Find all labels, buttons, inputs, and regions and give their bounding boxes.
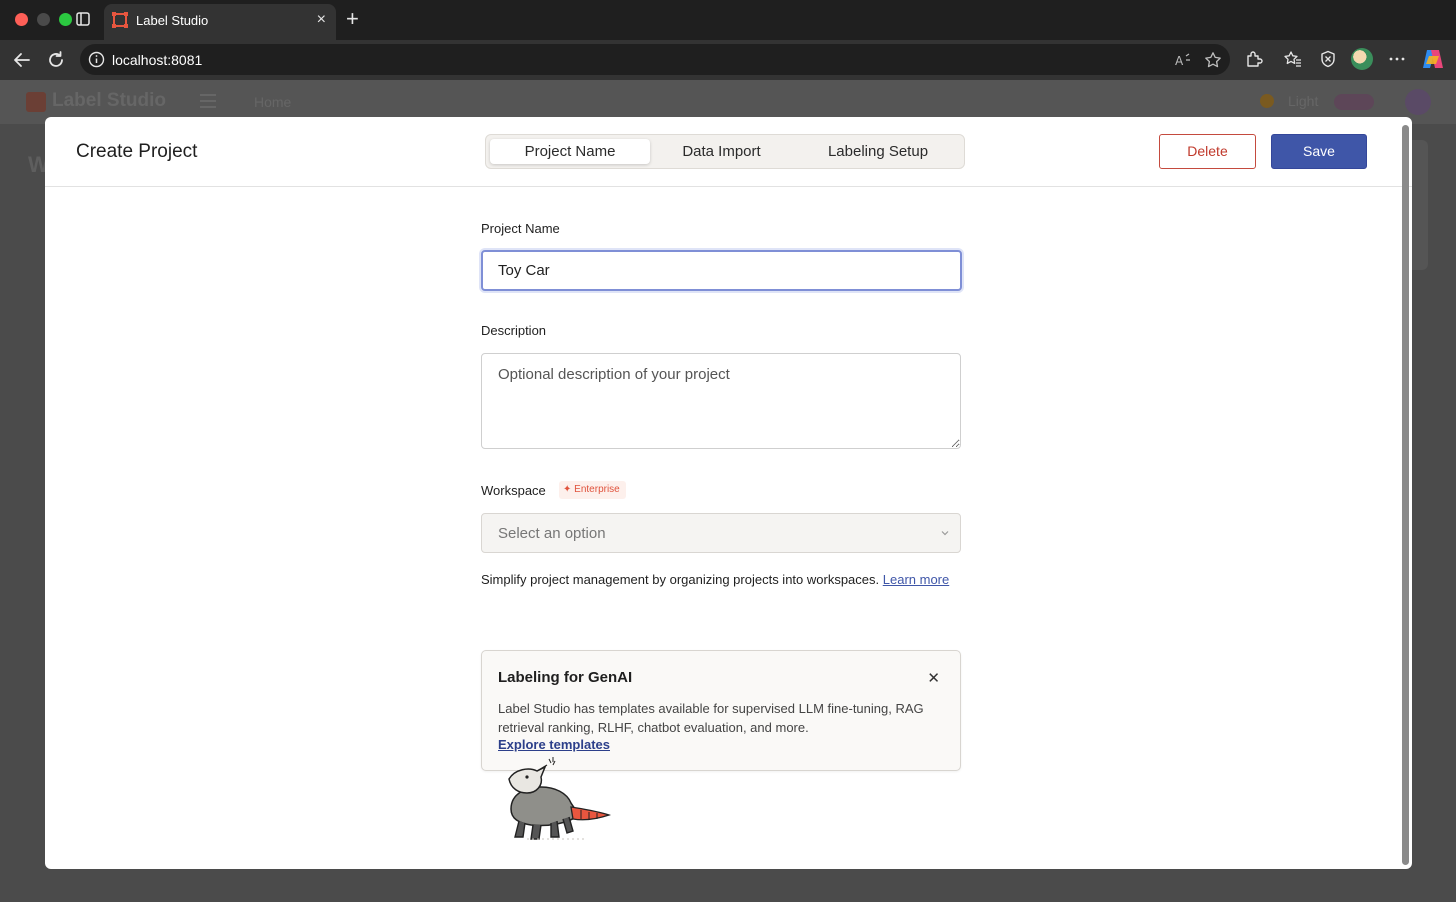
browser-essentials-shield-icon[interactable] (1319, 50, 1337, 68)
breadcrumb-home: Home (254, 94, 292, 110)
favorite-star-icon[interactable] (1204, 51, 1222, 69)
close-window-button[interactable] (15, 13, 28, 26)
description-textarea[interactable] (481, 353, 961, 449)
maximize-window-button[interactable] (59, 13, 72, 26)
svg-text:A: A (1175, 54, 1184, 68)
browser-tab-label-studio[interactable]: Label Studio × (104, 4, 336, 40)
copilot-icon[interactable] (1421, 48, 1445, 70)
enterprise-badge-text: Enterprise (574, 484, 620, 495)
browser-tab-title: Label Studio (136, 13, 209, 28)
tab-overview-icon[interactable] (76, 12, 90, 26)
theme-dot-icon (1260, 94, 1274, 108)
modal-title: Create Project (76, 141, 198, 162)
hamburger-menu-icon (200, 94, 216, 108)
site-info-icon[interactable] (88, 51, 105, 68)
workspace-help-copy: Simplify project management by organizin… (481, 572, 883, 587)
tab-labeling-setup[interactable]: Labeling Setup (798, 139, 958, 164)
read-aloud-icon[interactable]: A (1174, 51, 1192, 69)
project-name-input[interactable] (481, 250, 962, 291)
description-label: Description (481, 323, 547, 338)
project-steps-tabs: Project Name Data Import Labeling Setup (485, 134, 965, 169)
close-tab-icon[interactable]: × (317, 11, 326, 29)
address-bar[interactable]: localhost:8081 A (80, 44, 1230, 75)
tab-project-name[interactable]: Project Name (490, 139, 650, 164)
tab-data-import[interactable]: Data Import (654, 139, 789, 164)
modal-scrollbar[interactable] (1402, 125, 1409, 865)
extensions-icon[interactable] (1245, 50, 1263, 68)
url-text: localhost:8081 (112, 52, 203, 68)
theme-toggle-label: Light (1288, 93, 1319, 109)
project-name-label: Project Name (481, 221, 560, 236)
close-icon[interactable]: ✕ (927, 669, 940, 687)
minimize-window-button[interactable] (37, 13, 50, 26)
create-project-modal: Create Project Project Name Data Import … (45, 117, 1412, 869)
workspace-label: Workspace (481, 483, 546, 498)
genai-card-title: Labeling for GenAI (498, 669, 633, 686)
chevron-down-icon (941, 531, 949, 536)
app-brand: Label Studio (52, 90, 166, 111)
user-avatar (1405, 89, 1431, 115)
back-arrow-icon[interactable] (12, 50, 32, 70)
reload-icon[interactable] (46, 50, 66, 70)
workspace-select-placeholder: Select an option (498, 525, 606, 542)
browser-toolbar: localhost:8081 A (0, 40, 1456, 80)
learn-more-link[interactable]: Learn more (883, 572, 949, 587)
label-studio-logo-icon (26, 92, 46, 112)
genai-card-body: Label Studio has templates available for… (498, 701, 924, 735)
label-studio-favicon-icon (112, 12, 128, 28)
genai-templates-card: Labeling for GenAI ✕ Label Studio has te… (481, 650, 961, 771)
workspace-help-text: Simplify project management by organizin… (481, 569, 951, 591)
explore-templates-link[interactable]: Explore templates (498, 737, 610, 752)
profile-avatar[interactable] (1351, 48, 1373, 70)
delete-button[interactable]: Delete (1159, 134, 1256, 169)
new-tab-icon[interactable]: + (346, 8, 359, 30)
modal-header: Create Project Project Name Data Import … (45, 117, 1412, 187)
save-button[interactable]: Save (1271, 134, 1367, 169)
favorites-icon[interactable] (1284, 50, 1302, 68)
beta-badge (1334, 94, 1374, 110)
sparkle-icon: ✦ (563, 484, 572, 495)
opossum-mascot-icon (508, 757, 611, 840)
browser-titlebar: Label Studio × + (0, 0, 1456, 40)
more-options-icon[interactable] (1388, 50, 1406, 68)
enterprise-badge: ✦ Enterprise (559, 481, 626, 499)
workspace-select[interactable]: Select an option (481, 513, 961, 553)
